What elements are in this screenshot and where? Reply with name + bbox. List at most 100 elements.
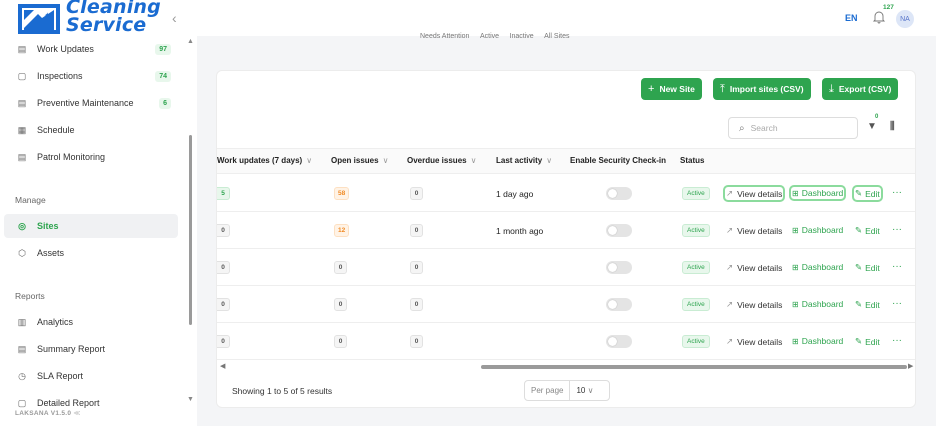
sidebar-item-assets[interactable]: ⬡ Assets bbox=[0, 241, 187, 265]
dashboard-link[interactable]: ⊞ Dashboard bbox=[792, 225, 843, 235]
more-actions-icon[interactable]: ··· bbox=[892, 261, 902, 272]
view-details-link[interactable]: ↗ View details bbox=[726, 225, 782, 236]
external-link-icon: ↗ bbox=[726, 336, 734, 346]
edit-icon: ✎ bbox=[855, 262, 863, 272]
security-checkin-toggle[interactable] bbox=[606, 187, 632, 200]
edit-icon: ✎ bbox=[855, 225, 863, 235]
scroll-down-icon[interactable]: ▼ bbox=[187, 396, 194, 403]
more-actions-icon[interactable]: ··· bbox=[892, 298, 902, 309]
horizontal-scroll-thumb[interactable] bbox=[481, 365, 907, 369]
tab-active[interactable]: Active bbox=[480, 33, 499, 40]
sort-icon[interactable]: ∨ bbox=[306, 156, 312, 165]
sidebar-scroll-thumb[interactable] bbox=[189, 135, 192, 325]
scroll-right-icon[interactable]: ▶ bbox=[908, 362, 913, 370]
sort-icon[interactable]: ∨ bbox=[471, 156, 477, 165]
sidebar-item-analytics[interactable]: ▥ Analytics bbox=[0, 310, 187, 334]
pagination-summary: Showing 1 to 5 of 5 results bbox=[232, 386, 333, 396]
sort-icon[interactable]: ∨ bbox=[546, 156, 552, 165]
column-header-last-activity[interactable]: Last activity ∨ bbox=[496, 156, 552, 165]
view-details-link[interactable]: ↗ View details bbox=[726, 299, 782, 310]
dashboard-link[interactable]: ⊞ Dashboard bbox=[792, 262, 843, 272]
external-link-icon: ↗ bbox=[726, 188, 734, 198]
edit-link[interactable]: ✎ Edit bbox=[852, 185, 883, 202]
open-issues-badge: 12 bbox=[334, 224, 350, 237]
edit-link[interactable]: ✎ Edit bbox=[855, 225, 880, 236]
status-badge: Active bbox=[682, 187, 710, 200]
sidebar-item-label: SLA Report bbox=[37, 371, 84, 381]
view-details-label: View details bbox=[737, 188, 783, 199]
view-details-link[interactable]: ↗ View details bbox=[726, 262, 782, 273]
sidebar-item-work-updates[interactable]: ▤ Work Updates 97 bbox=[0, 37, 187, 61]
sidebar-item-schedule[interactable]: ▦ Schedule bbox=[0, 118, 187, 142]
security-checkin-toggle[interactable] bbox=[606, 224, 632, 237]
tab-all-sites[interactable]: All Sites bbox=[544, 33, 569, 40]
sort-icon[interactable]: ∨ bbox=[383, 156, 389, 165]
language-switch[interactable]: EN bbox=[845, 13, 858, 23]
sidebar-item-inspections[interactable]: ▢ Inspections 74 bbox=[0, 64, 187, 88]
scroll-left-icon[interactable]: ◀ bbox=[220, 362, 225, 370]
clock-icon: ◷ bbox=[18, 370, 26, 381]
map-pin-icon: ◎ bbox=[18, 220, 26, 231]
security-checkin-toggle[interactable] bbox=[606, 298, 632, 311]
clipboard-icon: ▤ bbox=[17, 43, 27, 54]
view-details-link[interactable]: ↗ View details bbox=[726, 336, 782, 347]
brand-line2: Service bbox=[66, 14, 147, 36]
sidebar-item-label: Sites bbox=[37, 221, 59, 231]
tab-needs-attention[interactable]: Needs Attention bbox=[420, 33, 469, 40]
import-sites-button[interactable]: ⤒ Import sites (CSV) bbox=[713, 78, 811, 100]
plus-icon: + bbox=[648, 83, 655, 95]
edit-link[interactable]: ✎ Edit bbox=[855, 299, 880, 310]
per-page-label: Per page bbox=[525, 381, 571, 400]
security-checkin-toggle[interactable] bbox=[606, 335, 632, 348]
column-header-work-updates[interactable]: Work updates (7 days) ∨ bbox=[217, 156, 312, 165]
view-details-link[interactable]: ↗ View details bbox=[722, 185, 786, 202]
last-activity: 1 day ago bbox=[496, 189, 534, 199]
more-actions-icon[interactable]: ··· bbox=[892, 187, 902, 198]
bell-icon[interactable] bbox=[872, 10, 886, 24]
new-site-button[interactable]: + New Site bbox=[641, 78, 702, 100]
sidebar-item-label: Patrol Monitoring bbox=[37, 152, 106, 162]
scroll-up-icon[interactable]: ▲ bbox=[187, 38, 194, 45]
sidebar-collapse-icon[interactable]: ‹ bbox=[172, 10, 177, 26]
filter-icon[interactable]: ▼ bbox=[867, 121, 877, 132]
per-page-select[interactable]: Per page 10 ∨ bbox=[524, 380, 610, 401]
sidebar-item-sla-report[interactable]: ◷ SLA Report bbox=[0, 364, 187, 388]
edit-link[interactable]: ✎ Edit bbox=[855, 336, 880, 347]
svg-text:✦: ✦ bbox=[44, 11, 51, 20]
patrol-icon: ▤ bbox=[17, 151, 27, 162]
security-checkin-toggle[interactable] bbox=[606, 261, 632, 274]
more-actions-icon[interactable]: ··· bbox=[892, 224, 902, 235]
column-header-overdue-issues[interactable]: Overdue issues ∨ bbox=[407, 156, 476, 165]
export-csv-button[interactable]: ⤓ Export (CSV) bbox=[822, 78, 899, 100]
tab-inactive[interactable]: Inactive bbox=[510, 33, 534, 40]
chevron-down-icon: ∨ bbox=[587, 386, 594, 395]
dashboard-link[interactable]: ⊞ Dashboard bbox=[792, 299, 843, 309]
dashboard-link[interactable]: ⊞ Dashboard bbox=[792, 336, 843, 346]
status-badge: Active bbox=[682, 335, 710, 348]
search-input[interactable]: ⌕ Search bbox=[728, 117, 858, 139]
download-icon: ⤓ bbox=[829, 82, 834, 95]
search-icon: ⌕ bbox=[739, 122, 745, 134]
work-updates-badge: 0 bbox=[217, 261, 230, 274]
table-header bbox=[217, 148, 915, 174]
sidebar-item-preventive-maintenance[interactable]: ▤ Preventive Maintenance 6 bbox=[0, 91, 187, 115]
column-header-open-issues[interactable]: Open issues ∨ bbox=[331, 156, 388, 165]
edit-link[interactable]: ✎ Edit bbox=[855, 262, 880, 273]
dashboard-link[interactable]: ⊞ Dashboard bbox=[788, 185, 847, 201]
sidebar-item-patrol-monitoring[interactable]: ▤ Patrol Monitoring bbox=[0, 145, 187, 169]
sidebar-item-detailed-report[interactable]: ▢ Detailed Report bbox=[0, 391, 187, 415]
overdue-issues-badge: 0 bbox=[410, 298, 423, 311]
logo-mark-icon: ✦ bbox=[18, 4, 60, 34]
open-issues-badge: 0 bbox=[334, 261, 347, 274]
more-actions-icon[interactable]: ··· bbox=[892, 335, 902, 346]
per-page-value: 10 ∨ bbox=[576, 386, 594, 395]
sidebar-item-label: Assets bbox=[37, 248, 65, 258]
sidebar-item-summary-report[interactable]: ▤ Summary Report bbox=[0, 337, 187, 361]
brand-logo[interactable]: ✦ Cleaning Service bbox=[14, 0, 164, 38]
status-badge: Active bbox=[682, 224, 710, 237]
notification-count: 127 bbox=[883, 4, 894, 11]
sidebar-item-label: Preventive Maintenance bbox=[37, 98, 134, 108]
avatar[interactable]: NA bbox=[896, 10, 914, 28]
columns-icon[interactable]: ⫼ bbox=[890, 121, 895, 132]
sidebar-item-sites[interactable]: ◎ Sites bbox=[4, 214, 178, 238]
